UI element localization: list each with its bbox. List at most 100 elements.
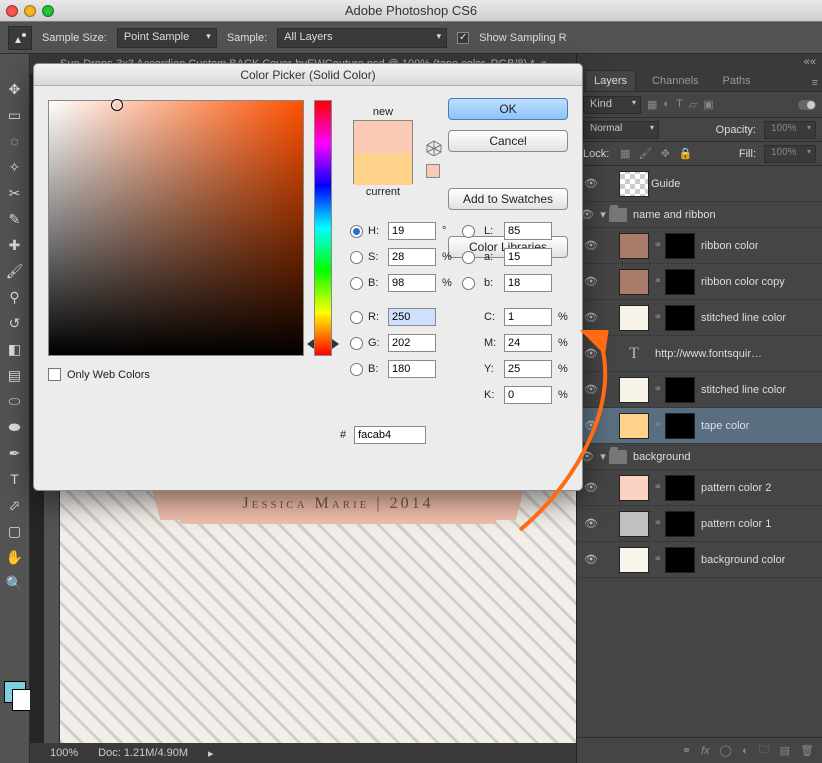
filter-pixel-icon[interactable]: ▦ (647, 98, 657, 111)
lasso-tool[interactable]: ◌ (3, 130, 27, 152)
layer-row[interactable]: 👁 ⚭ ribbon color copy (577, 264, 822, 300)
hex-input[interactable] (354, 426, 426, 444)
move-tool[interactable]: ✥ (3, 78, 27, 100)
maximize-window-button[interactable] (42, 5, 54, 17)
hand-tool[interactable]: ✋ (3, 546, 27, 568)
status-chevron-icon[interactable]: ▸ (208, 747, 214, 760)
input-s[interactable] (388, 248, 436, 266)
eyedropper-tool[interactable]: ✎ (3, 208, 27, 230)
tab-paths[interactable]: Paths (715, 71, 759, 91)
input-m[interactable] (504, 334, 552, 352)
layer-row[interactable]: 👁 T http://www.fontsquirrel.com... (577, 336, 822, 372)
layer-thumbnail[interactable] (619, 475, 649, 501)
gradient-tool[interactable]: ▤ (3, 364, 27, 386)
visibility-toggle[interactable]: 👁 (581, 177, 601, 190)
tab-channels[interactable]: Channels (644, 71, 706, 91)
layer-name[interactable]: ribbon color (701, 240, 758, 252)
layer-thumbnail[interactable] (619, 547, 649, 573)
layer-mask-icon[interactable]: ◯ (720, 744, 732, 757)
healing-tool[interactable]: ✚ (3, 234, 27, 256)
ok-button[interactable]: OK (448, 98, 568, 120)
layer-mask-thumbnail[interactable] (665, 269, 695, 295)
input-h[interactable] (388, 222, 436, 240)
input-r[interactable] (388, 308, 436, 326)
lock-transparency-icon[interactable]: ▦ (617, 147, 633, 160)
radio-s[interactable] (350, 251, 363, 264)
crop-tool[interactable]: ✂ (3, 182, 27, 204)
cancel-button[interactable]: Cancel (448, 130, 568, 152)
sample-size-select[interactable]: Point Sample (117, 28, 217, 48)
layer-thumbnail[interactable] (619, 511, 649, 537)
marquee-tool[interactable]: ▭ (3, 104, 27, 126)
history-brush-tool[interactable]: ↺ (3, 312, 27, 334)
layer-thumbnail[interactable] (619, 233, 649, 259)
layer-mask-thumbnail[interactable] (665, 305, 695, 331)
color-field[interactable] (48, 100, 304, 356)
visibility-toggle[interactable]: 👁 (581, 275, 601, 288)
layer-mask-thumbnail[interactable] (665, 475, 695, 501)
gamut-warning-icon[interactable] (426, 140, 442, 156)
zoom-level[interactable]: 100% (50, 747, 78, 759)
lock-position-icon[interactable]: ✥ (657, 147, 673, 160)
layer-row[interactable]: 👁 ⚭ pattern color 2 (577, 470, 822, 506)
layer-name[interactable]: ribbon color copy (701, 276, 785, 288)
layer-name[interactable]: pattern color 1 (701, 518, 771, 530)
only-web-colors-checkbox[interactable] (48, 368, 61, 381)
layer-thumbnail[interactable] (619, 413, 649, 439)
filter-kind-select[interactable]: Kind (583, 96, 641, 114)
tab-layers[interactable]: Layers (585, 70, 636, 91)
input-l[interactable] (504, 222, 552, 240)
layer-thumbnail[interactable] (619, 305, 649, 331)
lock-all-icon[interactable]: 🔒 (677, 147, 693, 160)
hue-slider[interactable] (314, 100, 332, 356)
add-to-swatches-button[interactable]: Add to Swatches (448, 188, 568, 210)
rectangle-tool[interactable]: ▢ (3, 520, 27, 542)
input-bv[interactable] (388, 274, 436, 292)
layer-group[interactable]: 👁 ▾ name and ribbon (577, 202, 822, 228)
websafe-swatch[interactable] (426, 164, 440, 178)
visibility-toggle[interactable]: 👁 (581, 419, 601, 432)
radio-g[interactable] (350, 337, 363, 350)
sample-select[interactable]: All Layers (277, 28, 447, 48)
swatch-box[interactable] (353, 120, 413, 184)
panel-menu-icon[interactable]: ≡ (808, 75, 822, 91)
fill-field[interactable]: 100% (764, 145, 816, 163)
visibility-toggle[interactable]: 👁 (581, 481, 601, 494)
path-select-tool[interactable]: ⬀ (3, 494, 27, 516)
blend-mode-select[interactable]: Normal (583, 121, 659, 139)
layer-row[interactable]: 👁 ⚭ ribbon color (577, 228, 822, 264)
layers-list[interactable]: 👁 Guide👁 ▾ name and ribbon👁 ⚭ ribbon col… (577, 166, 822, 737)
adjustment-layer-icon[interactable]: ◐ (742, 745, 749, 757)
layer-mask-thumbnail[interactable] (665, 377, 695, 403)
layer-mask-thumbnail[interactable] (665, 413, 695, 439)
layer-row[interactable]: 👁 ⚭ stitched line color (577, 300, 822, 336)
layer-name[interactable]: pattern color 2 (701, 482, 771, 494)
layer-row[interactable]: 👁 ⚭ pattern color 1 (577, 506, 822, 542)
new-group-icon[interactable]: 🗀 (759, 741, 770, 760)
layer-row[interactable]: 👁 ⚭ background color (577, 542, 822, 578)
delete-layer-icon[interactable]: 🗑 (800, 744, 814, 757)
layer-name[interactable]: stitched line color (701, 312, 786, 324)
layer-name[interactable]: name and ribbon (633, 209, 716, 221)
layer-mask-thumbnail[interactable] (665, 547, 695, 573)
disclosure-triangle-icon[interactable]: ▾ (597, 450, 609, 463)
pen-tool[interactable]: ✒ (3, 442, 27, 464)
layer-name[interactable]: http://www.fontsquirrel.com... (655, 348, 765, 360)
input-y[interactable] (504, 360, 552, 378)
layer-group[interactable]: 👁 ▾ background (577, 444, 822, 470)
stamp-tool[interactable]: ⚲ (3, 286, 27, 308)
lock-pixels-icon[interactable]: 🖌 (637, 147, 653, 160)
filter-toggle-switch[interactable] (798, 100, 816, 110)
minimize-window-button[interactable] (24, 5, 36, 17)
brush-tool[interactable]: 🖌 (3, 260, 27, 282)
radio-bv[interactable] (350, 277, 363, 290)
filter-smart-icon[interactable]: ▣ (703, 98, 713, 111)
dodge-tool[interactable]: ⬬ (3, 416, 27, 438)
radio-b[interactable] (462, 277, 475, 290)
opacity-field[interactable]: 100% (764, 121, 816, 139)
visibility-toggle[interactable]: 👁 (581, 347, 601, 360)
layer-row[interactable]: 👁 ⚭ tape color (577, 408, 822, 444)
layer-row[interactable]: 👁 ⚭ stitched line color (577, 372, 822, 408)
eraser-tool[interactable]: ◧ (3, 338, 27, 360)
layer-name[interactable]: background color (701, 554, 785, 566)
